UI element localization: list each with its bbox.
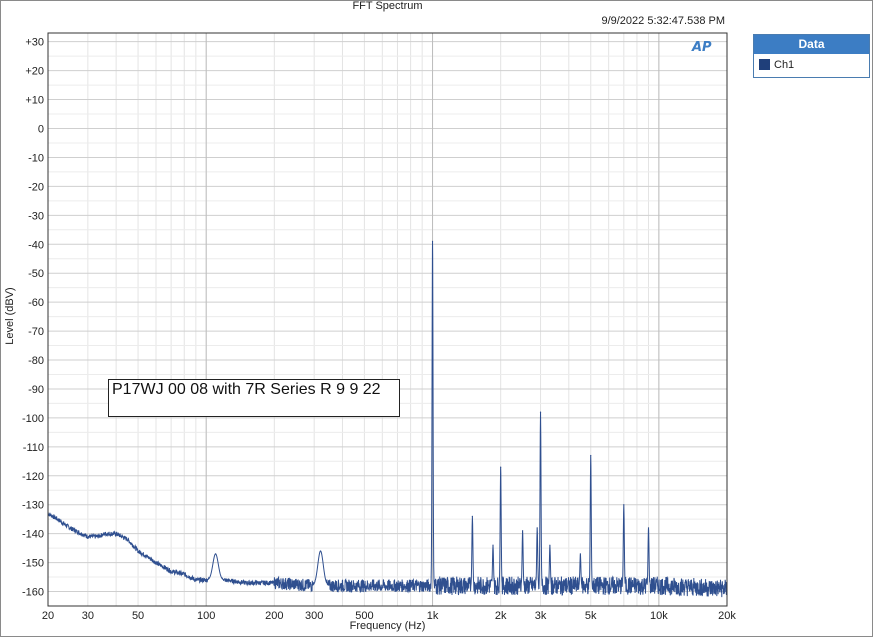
legend[interactable]: Data Ch1: [753, 34, 870, 78]
y-axis-label: Level (dBV): [4, 287, 16, 345]
y-tick-label: -40: [28, 239, 44, 251]
legend-title: Data: [754, 35, 869, 54]
y-tick-label: -20: [28, 181, 44, 193]
y-tick-label: -50: [28, 268, 44, 280]
y-tick-label: -80: [28, 355, 44, 367]
y-tick-label: -90: [28, 384, 44, 396]
peak-point: [214, 553, 217, 555]
y-tick-label: -10: [28, 152, 44, 164]
y-tick-label: -70: [28, 326, 44, 338]
y-tick-label: -100: [22, 413, 44, 425]
peak-point: [431, 240, 434, 242]
peak-point: [471, 515, 473, 517]
y-tick-label: -110: [23, 442, 44, 454]
peak-point: [500, 466, 502, 468]
plot-area: [48, 33, 727, 606]
y-tick-label: -140: [22, 529, 44, 541]
timestamp: 9/9/2022 5:32:47.538 PM: [601, 15, 725, 27]
fft-plot: +30 +20 +10 0 -10 -20 -30 -40 -50 -60 -70 -80 -90 -10…: [22, 32, 736, 622]
peak-point: [539, 411, 542, 413]
y-tick-label: +30: [25, 37, 44, 49]
y-tick-label: +10: [25, 95, 44, 107]
y-tick-label: -60: [28, 297, 44, 309]
peak-point: [590, 454, 592, 457]
annotation-box: P17WJ 00 08 with 7R Series R 9 9 22: [108, 379, 400, 417]
peak-point: [536, 527, 538, 529]
peak-point: [549, 544, 551, 546]
y-tick-label: -30: [28, 210, 44, 222]
y-tick-label: -120: [22, 471, 44, 483]
peak-point: [319, 550, 322, 552]
y-tick-label: 0: [38, 124, 44, 136]
ap-logo: AP: [692, 40, 712, 55]
chart-title: FFT Spectrum: [352, 0, 423, 12]
peak-point: [492, 544, 494, 546]
y-tick-label: -130: [22, 500, 44, 512]
legend-item-ch1[interactable]: Ch1: [754, 54, 869, 76]
peak-point: [647, 527, 650, 529]
peak-point: [522, 530, 524, 532]
legend-label: Ch1: [774, 59, 795, 71]
peak-point: [579, 553, 581, 555]
y-tick-label: -160: [22, 587, 44, 599]
x-axis-label: Frequency (Hz): [349, 620, 426, 632]
y-tick-label: -150: [22, 558, 44, 570]
peak-point: [623, 504, 625, 506]
legend-swatch: [759, 59, 770, 70]
y-tick-labels: +30 +20 +10 0 -10 -20 -30 -40 -50 -60 -70 -80 -90 -10…: [22, 37, 44, 599]
y-tick-label: +20: [25, 66, 44, 78]
